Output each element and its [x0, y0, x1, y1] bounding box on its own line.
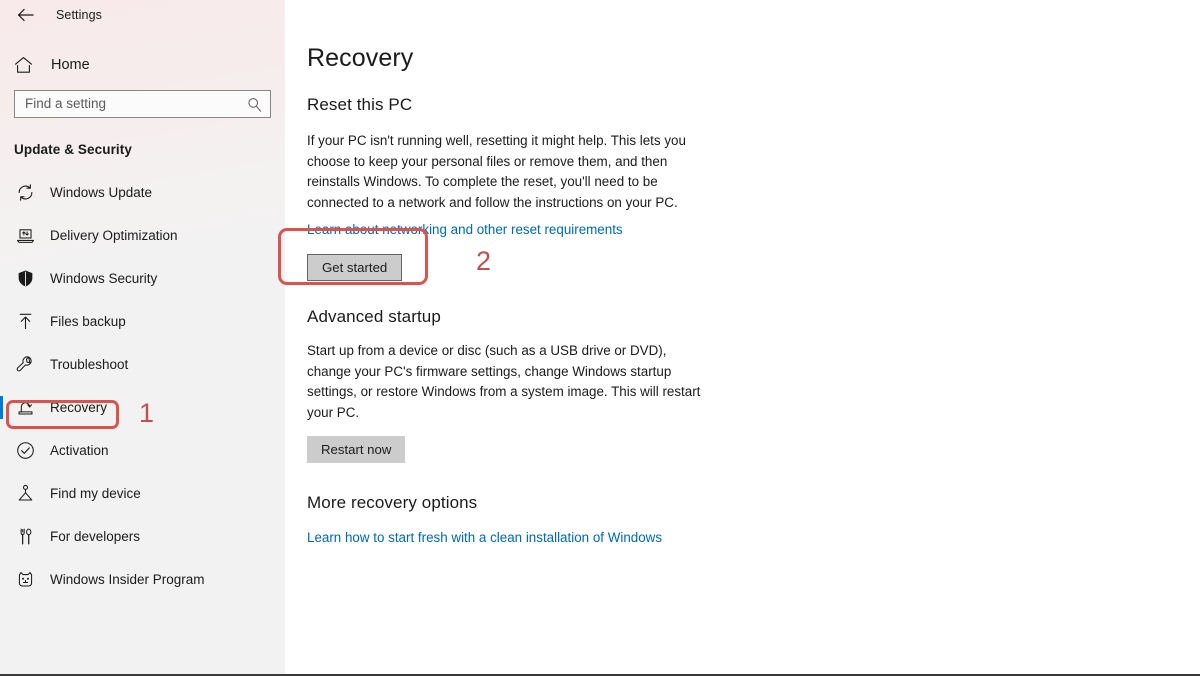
- sidebar-item-label: Troubleshoot: [50, 357, 129, 372]
- delivery-icon: [14, 225, 36, 247]
- title-bar: Settings: [0, 0, 285, 30]
- more-recovery-options-heading: More recovery options: [307, 493, 478, 512]
- sidebar-item-files-backup[interactable]: Files backup: [0, 300, 285, 343]
- sidebar-item-label: Windows Update: [50, 185, 153, 200]
- sidebar-item-troubleshoot[interactable]: Troubleshoot: [0, 343, 285, 386]
- sidebar-item-label: Activation: [50, 443, 109, 458]
- find-device-icon: [14, 483, 36, 505]
- reset-this-pc-heading: Reset this PC: [307, 95, 413, 114]
- app-title: Settings: [56, 8, 102, 22]
- restart-now-row: Restart now: [307, 436, 1200, 463]
- sidebar-item-recovery[interactable]: Recovery: [0, 386, 285, 429]
- sidebar-item-label: Delivery Optimization: [50, 228, 178, 243]
- sidebar-item-home-label: Home: [51, 57, 90, 73]
- reset-this-pc-description: If your PC isn't running well, resetting…: [307, 133, 686, 210]
- settings-sidebar: Settings Home Find a setting Update & Se…: [0, 0, 285, 674]
- sidebar-item-windows-update[interactable]: Windows Update: [0, 171, 285, 214]
- sidebar-nav-list: Windows Update Delivery Optimization Win…: [0, 171, 285, 601]
- search-input[interactable]: Find a setting: [14, 90, 271, 118]
- sync-icon: [14, 182, 36, 204]
- insider-bug-icon: [14, 569, 36, 591]
- wrench-icon: [14, 354, 36, 376]
- sidebar-item-label: Files backup: [50, 314, 126, 329]
- page-title: Recovery: [307, 44, 414, 72]
- sidebar-item-for-developers[interactable]: For developers: [0, 515, 285, 558]
- main-content: Recovery Reset this PC If your PC isn't …: [285, 0, 1200, 674]
- get-started-row: Get started: [307, 254, 1200, 281]
- settings-window: Settings Home Find a setting Update & Se…: [0, 0, 1200, 676]
- get-started-button[interactable]: Get started: [307, 254, 403, 281]
- sidebar-item-label: Find my device: [50, 486, 141, 501]
- sidebar-item-delivery-optimization[interactable]: Delivery Optimization: [0, 214, 285, 257]
- shield-icon: [14, 268, 36, 290]
- sidebar-item-windows-security[interactable]: Windows Security: [0, 257, 285, 300]
- tools-icon: [14, 526, 36, 548]
- back-arrow-icon[interactable]: [12, 2, 38, 28]
- home-icon: [14, 56, 40, 74]
- upload-icon: [14, 311, 36, 333]
- sidebar-group-title: Update & Security: [14, 142, 132, 157]
- sidebar-item-activation[interactable]: Activation: [0, 429, 285, 472]
- sidebar-item-label: Recovery: [50, 400, 108, 415]
- clean-installation-link[interactable]: Learn how to start fresh with a clean in…: [307, 529, 662, 547]
- search-icon[interactable]: [246, 96, 262, 112]
- check-circle-icon: [14, 440, 36, 462]
- sidebar-item-label: Windows Security: [50, 271, 158, 286]
- recovery-icon: [14, 397, 36, 419]
- sidebar-item-home[interactable]: Home: [0, 48, 285, 82]
- sidebar-item-label: Windows Insider Program: [50, 572, 205, 587]
- sidebar-item-label: For developers: [50, 529, 141, 544]
- search-placeholder: Find a setting: [25, 97, 107, 111]
- advanced-startup-description: Start up from a device or disc (such as …: [307, 343, 701, 420]
- sidebar-item-find-my-device[interactable]: Find my device: [0, 472, 285, 515]
- advanced-startup-heading: Advanced startup: [307, 307, 441, 326]
- search-container: Find a setting: [14, 90, 271, 118]
- reset-requirements-link[interactable]: Learn about networking and other reset r…: [307, 221, 623, 239]
- sidebar-item-windows-insider-program[interactable]: Windows Insider Program: [0, 558, 285, 601]
- restart-now-button[interactable]: Restart now: [307, 436, 406, 463]
